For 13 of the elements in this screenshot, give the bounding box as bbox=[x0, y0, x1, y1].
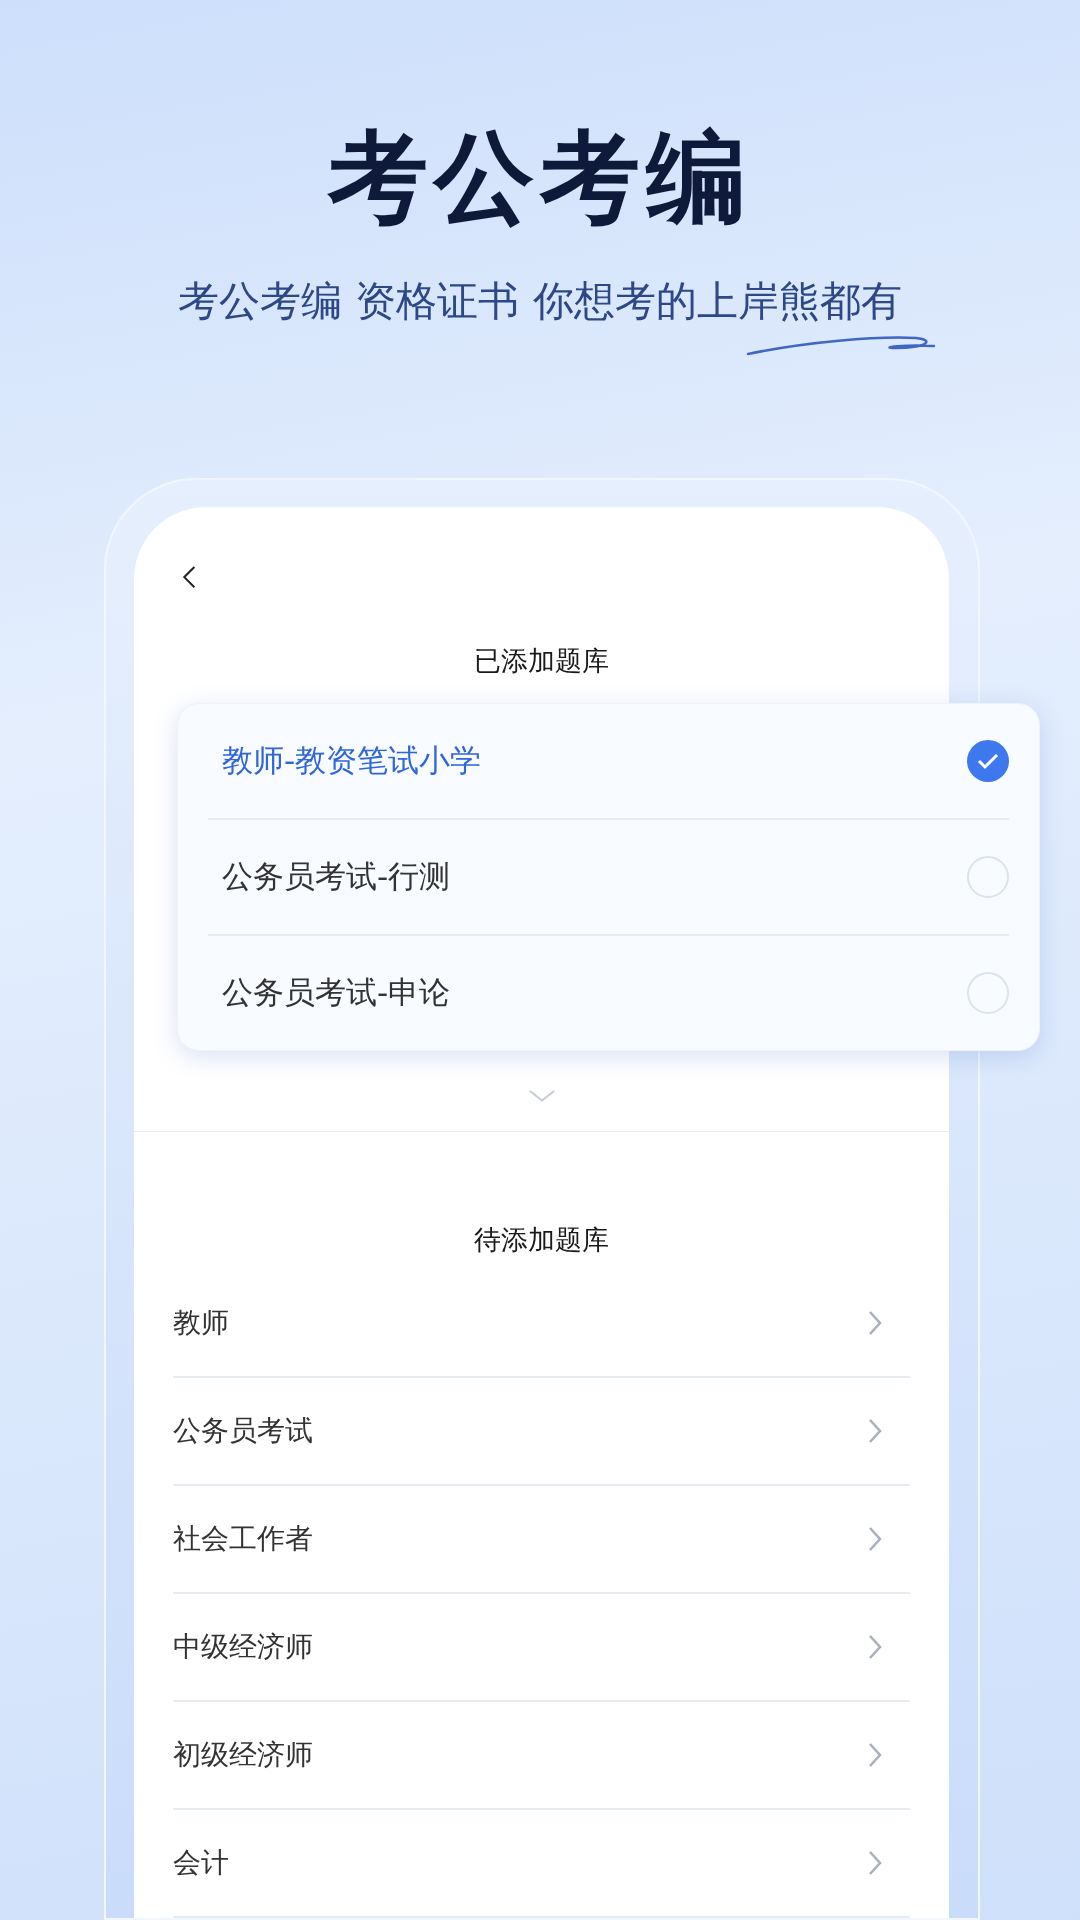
section-heading: 已添加题库 bbox=[474, 644, 609, 679]
bank-item[interactable]: 教师-教资笔试小学 bbox=[222, 740, 482, 783]
category-item[interactable]: 初级经济师 bbox=[173, 1736, 313, 1774]
category-item[interactable]: 会计 bbox=[173, 1844, 229, 1882]
category-item[interactable]: 中级经济师 bbox=[173, 1628, 313, 1666]
bank-item[interactable]: 公务员考试-行测 bbox=[222, 856, 451, 899]
bank-item[interactable]: 公务员考试-申论 bbox=[222, 972, 451, 1015]
tagline: 考公考编 资格证书 你想考的上岸熊都有 bbox=[178, 276, 902, 326]
category-item[interactable]: 公务员考试 bbox=[173, 1412, 313, 1450]
category-item[interactable]: 社会工作者 bbox=[173, 1520, 313, 1558]
section-heading: 待添加题库 bbox=[474, 1223, 609, 1257]
category-item[interactable]: 教师 bbox=[173, 1304, 229, 1342]
headline: 考公考编 bbox=[328, 118, 752, 238]
